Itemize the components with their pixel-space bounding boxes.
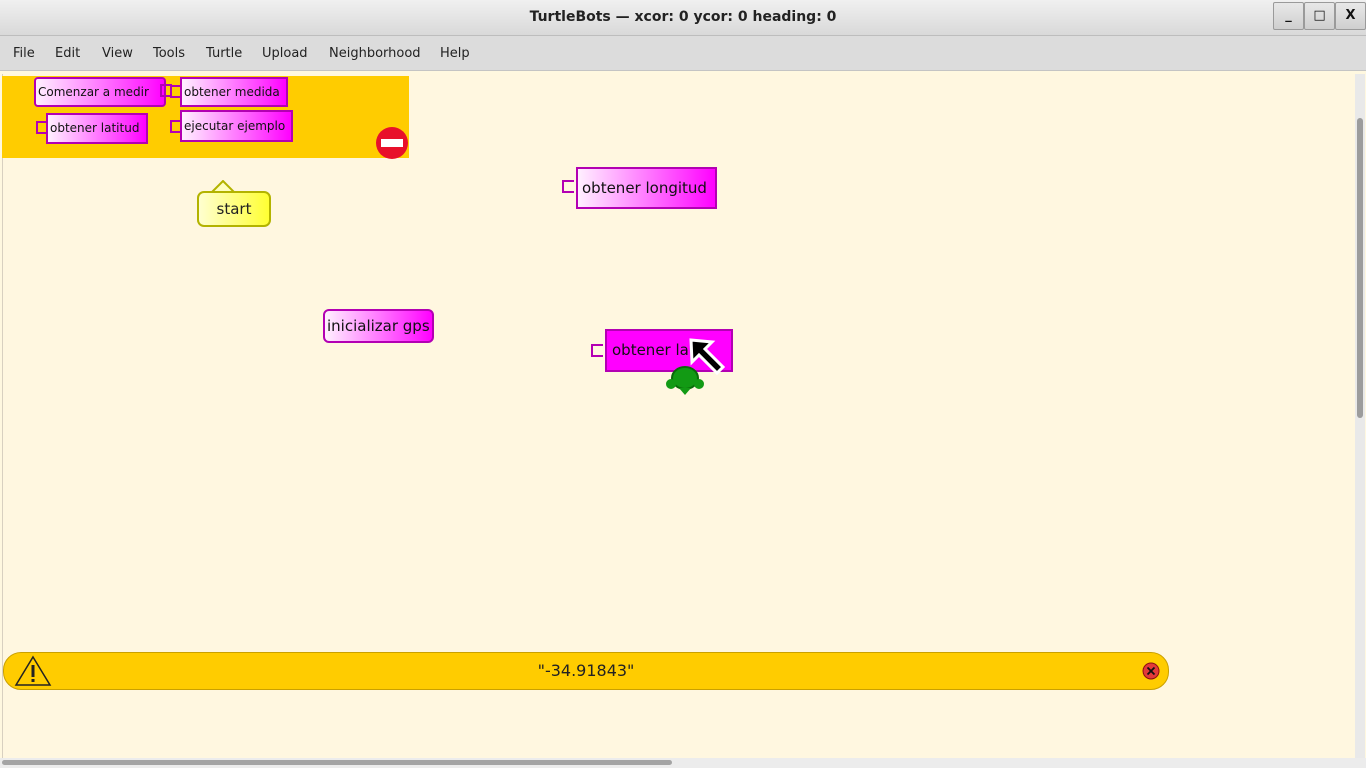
menu-file[interactable]: File [13, 46, 35, 61]
horizontal-scroll-thumb[interactable] [2, 760, 672, 765]
vertical-scroll-thumb[interactable] [1357, 118, 1363, 418]
block-palette: Comenzar a medir obtener medida obtener … [2, 76, 409, 160]
palette-block-obtener-medida[interactable]: obtener medida [180, 77, 288, 107]
alert-text: "-34.91843" [537, 661, 635, 680]
menu-turtle[interactable]: Turtle [206, 46, 242, 61]
start-block[interactable]: start [197, 191, 271, 227]
window-title: TurtleBots — xcor: 0 ycor: 0 heading: 0 [529, 9, 837, 25]
menu-edit[interactable]: Edit [55, 46, 80, 61]
menu-bar: File Edit View Tools Turtle Upload Neigh… [0, 36, 1366, 71]
vertical-scrollbar[interactable] [1355, 74, 1365, 758]
palette-block-ejecutar-ejemplo[interactable]: ejecutar ejemplo [180, 110, 293, 142]
alert-bar: "-34.91843" [3, 652, 1169, 690]
menu-tools[interactable]: Tools [153, 46, 185, 61]
maximize-button[interactable]: □ [1304, 2, 1335, 30]
block-obtener-longitud[interactable]: obtener longitud [576, 167, 717, 209]
menu-help[interactable]: Help [440, 46, 470, 61]
hide-palette-icon[interactable] [375, 126, 409, 160]
menu-upload[interactable]: Upload [262, 46, 308, 61]
close-alert-icon[interactable] [1142, 662, 1160, 680]
palette-block-comenzar-a-medir[interactable]: Comenzar a medir [34, 77, 166, 107]
start-block-hat [210, 180, 236, 193]
minimize-button[interactable]: _ [1273, 2, 1304, 30]
block-inicializar-gps[interactable]: inicializar gps [323, 309, 434, 343]
mouse-cursor-icon [689, 338, 726, 376]
horizontal-scrollbar[interactable] [0, 758, 1366, 768]
close-button[interactable]: X [1335, 2, 1366, 30]
menu-neighborhood[interactable]: Neighborhood [329, 46, 421, 61]
title-bar: TurtleBots — xcor: 0 ycor: 0 heading: 0 … [0, 0, 1366, 36]
menu-view[interactable]: View [102, 46, 133, 61]
palette-block-obtener-latitud[interactable]: obtener latitud [46, 113, 148, 144]
